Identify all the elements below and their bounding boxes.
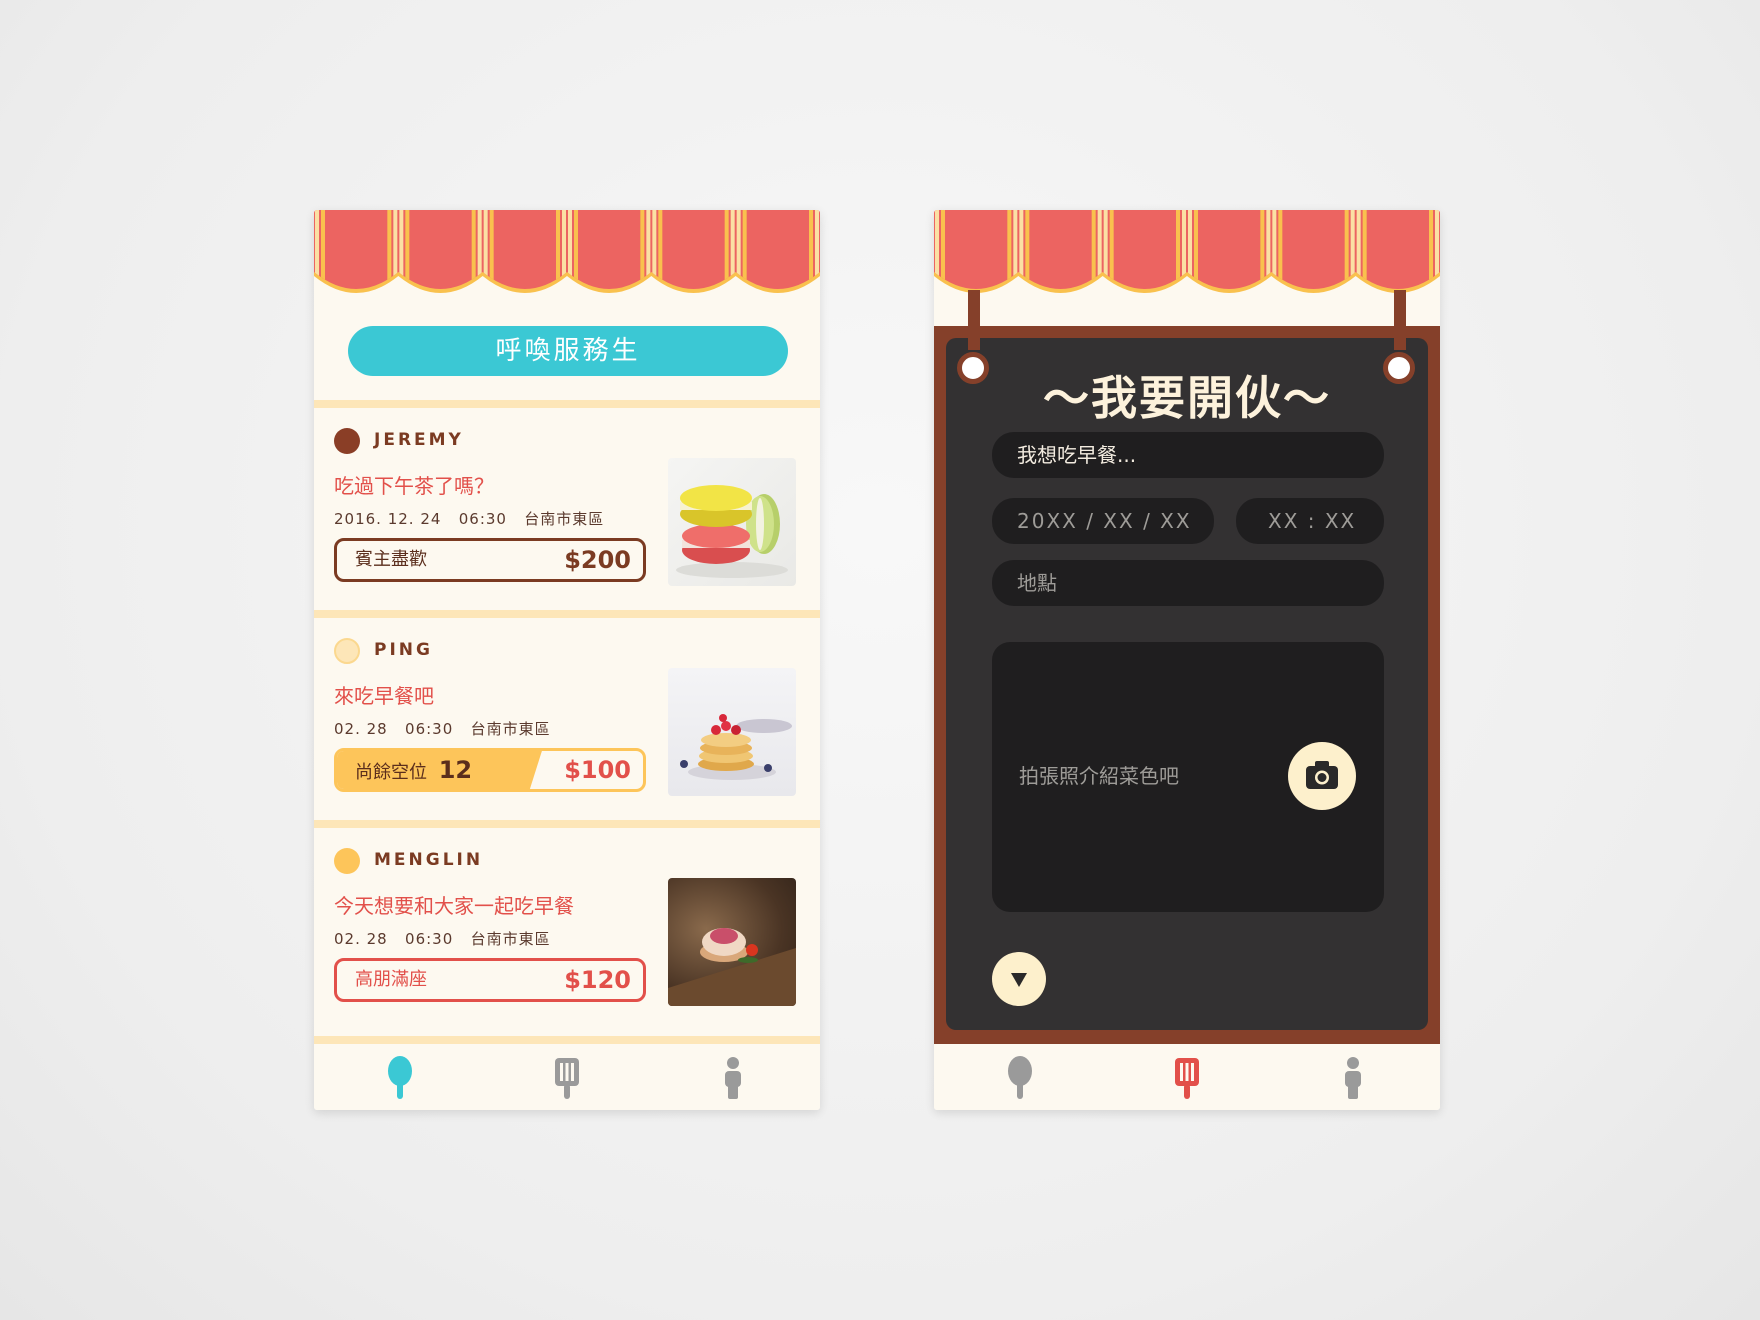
divider xyxy=(314,610,820,618)
camera-icon xyxy=(1306,761,1338,789)
location-placeholder: 地點 xyxy=(1017,571,1057,595)
post-location: 台南市東區 xyxy=(470,720,551,738)
post-price: $200 xyxy=(564,546,631,574)
hanger-ring xyxy=(1383,352,1415,384)
post-price: $120 xyxy=(564,966,631,994)
post-meta: 02. 28 06:30 台南市東區 xyxy=(334,928,551,949)
pancakes-image xyxy=(680,714,792,780)
chalkboard-frame: ～我要開伙～ 我想吃早餐... 20XX / XX / XX XX : XX 地… xyxy=(934,326,1440,1044)
create-event-screen: ～我要開伙～ 我想吃早餐... 20XX / XX / XX XX : XX 地… xyxy=(934,210,1440,1110)
event-name-field[interactable]: 我想吃早餐... xyxy=(992,432,1384,478)
post-title: 吃過下午茶了嗎？ xyxy=(334,474,494,498)
tab-bar xyxy=(314,1044,820,1110)
post-status-bar: 尚餘空位 12 $100 xyxy=(334,748,646,792)
awning-decoration xyxy=(314,210,820,300)
post-username: JEREMY xyxy=(374,430,464,450)
tab-spatula[interactable] xyxy=(547,1056,587,1100)
tab-spatula[interactable] xyxy=(1167,1056,1207,1100)
post-location: 台南市東區 xyxy=(470,930,551,948)
post-location: 台南市東區 xyxy=(524,510,605,528)
post-username: MENGLIN xyxy=(374,850,484,870)
tab-person[interactable] xyxy=(1333,1056,1373,1100)
tart-image xyxy=(668,928,796,1006)
post-status-bar: 賓主盡歡 $200 xyxy=(334,538,646,582)
post-meta: 2016. 12. 24 06:30 台南市東區 xyxy=(334,508,604,529)
person-icon xyxy=(1345,1057,1361,1099)
post-date: 02. 28 xyxy=(334,930,388,948)
post-date: 02. 28 xyxy=(334,720,388,738)
location-field[interactable]: 地點 xyxy=(992,560,1384,606)
divider xyxy=(314,1036,820,1044)
post-status: 高朋滿座 xyxy=(355,969,427,990)
date-placeholder: 20XX / XX / XX xyxy=(1017,509,1192,533)
avatar xyxy=(334,848,360,874)
spatula-icon xyxy=(555,1058,579,1099)
spatula-icon xyxy=(1175,1058,1199,1099)
post-status: 尚餘空位 12 xyxy=(355,756,473,784)
post-seats: 12 xyxy=(438,756,473,784)
spoon-icon xyxy=(388,1056,412,1099)
post-time: 06:30 xyxy=(405,720,454,738)
post-photo-pancakes xyxy=(668,668,796,796)
post-status: 賓主盡歡 xyxy=(355,549,427,570)
tab-person[interactable] xyxy=(713,1056,753,1100)
feed-screen: 呼喚服務生 JEREMY 吃過下午茶了嗎？ 2016. 12. 24 06:30… xyxy=(314,210,820,1110)
post-card[interactable]: MENGLIN 今天想要和大家一起吃早餐 02. 28 06:30 台南市東區 … xyxy=(314,828,820,1018)
date-field[interactable]: 20XX / XX / XX xyxy=(992,498,1214,544)
post-photo-tart xyxy=(668,878,796,1006)
post-title: 今天想要和大家一起吃早餐 xyxy=(334,894,574,918)
post-username: PING xyxy=(374,640,433,660)
awning-decoration xyxy=(934,210,1440,300)
post-meta: 02. 28 06:30 台南市東區 xyxy=(334,718,551,739)
post-status-bar: 高朋滿座 $120 xyxy=(334,958,646,1002)
event-name-value: 我想吃早餐... xyxy=(1017,443,1137,467)
divider xyxy=(314,820,820,828)
hanger-strap xyxy=(968,290,980,350)
post-time: 06:30 xyxy=(405,930,454,948)
time-field[interactable]: XX : XX xyxy=(1236,498,1384,544)
divider xyxy=(314,400,820,408)
tab-spoon[interactable] xyxy=(380,1056,420,1100)
tab-bar xyxy=(934,1044,1440,1110)
time-placeholder: XX : XX xyxy=(1268,509,1357,533)
avatar xyxy=(334,638,360,664)
photo-upload-area[interactable]: 拍張照介紹菜色吧 xyxy=(992,642,1384,912)
post-time: 06:30 xyxy=(458,510,507,528)
post-card[interactable]: PING 來吃早餐吧 02. 28 06:30 台南市東區 尚餘空位 12 $1… xyxy=(314,618,820,808)
camera-button[interactable] xyxy=(1288,742,1356,810)
photo-prompt: 拍張照介紹菜色吧 xyxy=(1019,764,1179,788)
chalkboard: ～我要開伙～ 我想吃早餐... 20XX / XX / XX XX : XX 地… xyxy=(946,338,1428,1030)
post-card[interactable]: JEREMY 吃過下午茶了嗎？ 2016. 12. 24 06:30 台南市東區… xyxy=(314,408,820,598)
post-price: $100 xyxy=(564,756,631,784)
triangle-down-icon xyxy=(1011,973,1027,987)
page-title: ～我要開伙～ xyxy=(1043,371,1331,425)
call-waiter-button[interactable]: 呼喚服務生 xyxy=(348,326,788,376)
tab-spoon[interactable] xyxy=(1000,1056,1040,1100)
post-title: 來吃早餐吧 xyxy=(334,684,434,708)
avatar xyxy=(334,428,360,454)
person-icon xyxy=(725,1057,741,1099)
macarons-image xyxy=(676,485,788,578)
spoon-icon xyxy=(1008,1056,1032,1099)
hanger-ring xyxy=(957,352,989,384)
post-photo-macarons xyxy=(668,458,796,586)
hanger-strap xyxy=(1394,290,1406,350)
expand-button[interactable] xyxy=(992,952,1046,1006)
post-date: 2016. 12. 24 xyxy=(334,510,442,528)
